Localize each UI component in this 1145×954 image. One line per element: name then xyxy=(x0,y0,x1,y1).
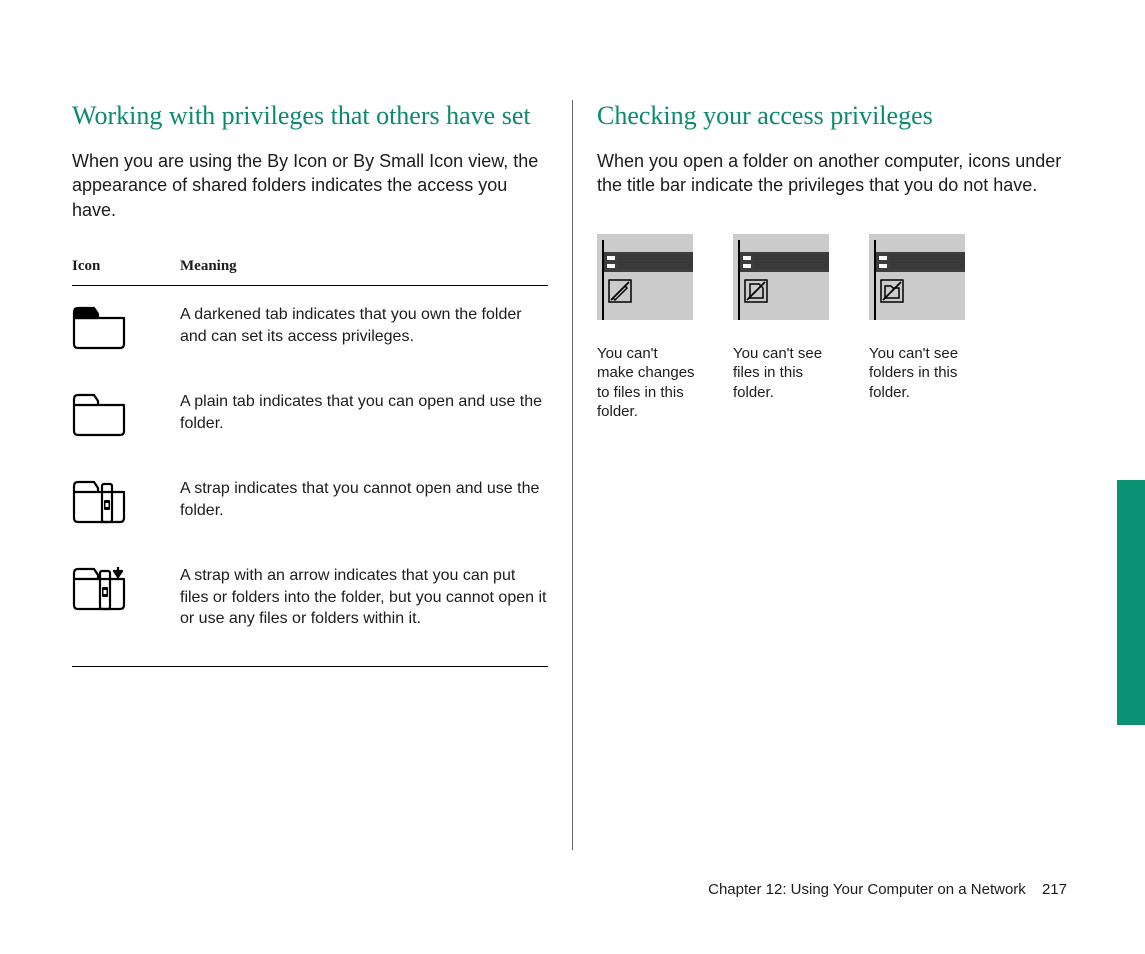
table-row: A darkened tab indicates that you own th… xyxy=(72,286,548,374)
privilege-item: You can't see files in this folder. xyxy=(733,234,833,422)
privilege-icons-row: You can't make changes to files in this … xyxy=(597,234,1073,422)
column-header-icon: Icon xyxy=(72,258,180,286)
privilege-item: You can't make changes to files in this … xyxy=(597,234,697,422)
no-changes-window-icon xyxy=(597,234,693,320)
icon-meaning-table: Icon Meaning A darkened tab indicates th… xyxy=(72,258,548,667)
column-header-meaning: Meaning xyxy=(180,258,548,286)
privilege-item: You can't see folders in this folder. xyxy=(869,234,969,422)
page-number: 217 xyxy=(1042,881,1067,898)
folder-plain-tab-icon xyxy=(72,391,126,437)
intro-text-left: When you are using the By Icon or By Sma… xyxy=(72,149,548,222)
folder-strap-icon xyxy=(72,478,126,524)
icon-cell xyxy=(72,286,180,374)
meaning-cell: A plain tab indicates that you can open … xyxy=(180,373,548,460)
meaning-cell: A darkened tab indicates that you own th… xyxy=(180,286,548,374)
section-heading-right: Checking your access privileges xyxy=(597,100,1073,131)
icon-cell xyxy=(72,547,180,666)
table-row: A plain tab indicates that you can open … xyxy=(72,373,548,460)
table-row: A strap with an arrow indicates that you… xyxy=(72,547,548,666)
icon-cell xyxy=(72,460,180,547)
chapter-title: Chapter 12: Using Your Computer on a Net… xyxy=(708,881,1026,898)
section-thumb-tab xyxy=(1117,480,1145,725)
page: Working with privileges that others have… xyxy=(0,0,1145,954)
folder-strap-arrow-icon xyxy=(72,565,126,611)
left-column: Working with privileges that others have… xyxy=(72,100,572,850)
privilege-caption: You can't make changes to files in this … xyxy=(597,344,697,422)
table-row: A strap indicates that you cannot open a… xyxy=(72,460,548,547)
no-files-window-icon xyxy=(733,234,829,320)
right-column: Checking your access privileges When you… xyxy=(573,100,1073,850)
section-heading-left: Working with privileges that others have… xyxy=(72,100,548,131)
privilege-caption: You can't see folders in this folder. xyxy=(869,344,969,403)
page-footer: Chapter 12: Using Your Computer on a Net… xyxy=(708,881,1067,898)
content-columns: Working with privileges that others have… xyxy=(0,0,1145,850)
meaning-cell: A strap indicates that you cannot open a… xyxy=(180,460,548,547)
icon-cell xyxy=(72,373,180,460)
meaning-cell: A strap with an arrow indicates that you… xyxy=(180,547,548,666)
intro-text-right: When you open a folder on another comput… xyxy=(597,149,1073,198)
no-folders-window-icon xyxy=(869,234,965,320)
folder-dark-tab-icon xyxy=(72,304,126,350)
privilege-caption: You can't see files in this folder. xyxy=(733,344,833,403)
